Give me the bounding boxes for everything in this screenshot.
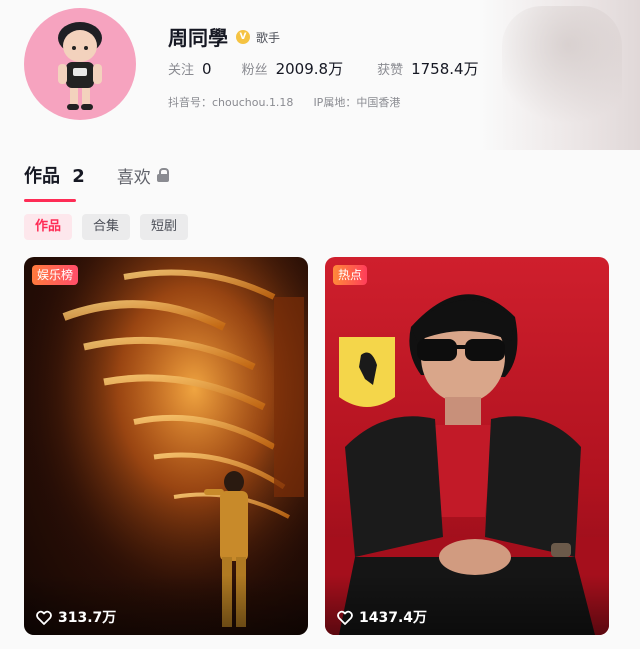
profile-stats: 关注 0 粉丝 2009.8万 获赞 1758.4万 <box>168 58 479 79</box>
tab-works-count: 2 <box>72 166 85 187</box>
filter-short-dramas[interactable]: 短剧 <box>140 214 189 240</box>
tab-works-label: 作品 <box>24 166 60 187</box>
heart-icon <box>337 610 353 625</box>
avatar-figure-icon <box>58 22 102 110</box>
ip-location: IP属地：中国香港 <box>313 96 401 109</box>
lock-icon <box>156 168 169 182</box>
avatar[interactable] <box>24 8 136 120</box>
video-likes: 1437.4万 <box>337 607 427 627</box>
tab-works[interactable]: 作品 2 <box>24 162 85 202</box>
header-background <box>480 0 640 150</box>
video-likes: 313.7万 <box>36 607 116 627</box>
header-background-figure <box>502 6 622 136</box>
following-label: 关注 <box>168 63 195 78</box>
followers-stat[interactable]: 粉丝 2009.8万 <box>242 58 344 79</box>
video-card[interactable]: 热点 1437.4万 <box>325 257 609 635</box>
likes-stat: 获赞 1758.4万 <box>377 58 479 79</box>
verified-badge-icon: V <box>236 30 250 44</box>
douyin-id: 抖音号：chouchou.1.18 <box>168 96 294 109</box>
video-badge: 热点 <box>333 265 368 285</box>
heart-icon <box>36 610 52 625</box>
video-likes-count: 1437.4万 <box>359 610 428 626</box>
likes-value: 1758.4万 <box>411 60 479 78</box>
profile-meta: 抖音号：chouchou.1.18 IP属地：中国香港 <box>168 94 400 110</box>
followers-value: 2009.8万 <box>275 60 344 78</box>
tab-likes[interactable]: 喜欢 <box>117 163 169 202</box>
likes-label: 获赞 <box>377 63 404 78</box>
video-card[interactable]: 娱乐榜 313.7万 <box>24 257 308 635</box>
video-badge: 娱乐榜 <box>32 265 79 285</box>
filter-collections[interactable]: 合集 <box>82 214 131 240</box>
filter-works[interactable]: 作品 <box>24 214 73 240</box>
following-value: 0 <box>202 60 212 78</box>
profile-tabs: 作品 2 喜欢 <box>24 162 169 202</box>
profile-tag: 歌手 <box>256 31 281 45</box>
video-likes-count: 313.7万 <box>58 610 117 626</box>
profile-name: 周同學 <box>168 26 228 50</box>
filter-chips: 作品 合集 短剧 <box>24 214 198 240</box>
tab-likes-label: 喜欢 <box>116 167 151 188</box>
following-stat[interactable]: 关注 0 <box>168 59 212 78</box>
followers-label: 粉丝 <box>241 63 268 78</box>
